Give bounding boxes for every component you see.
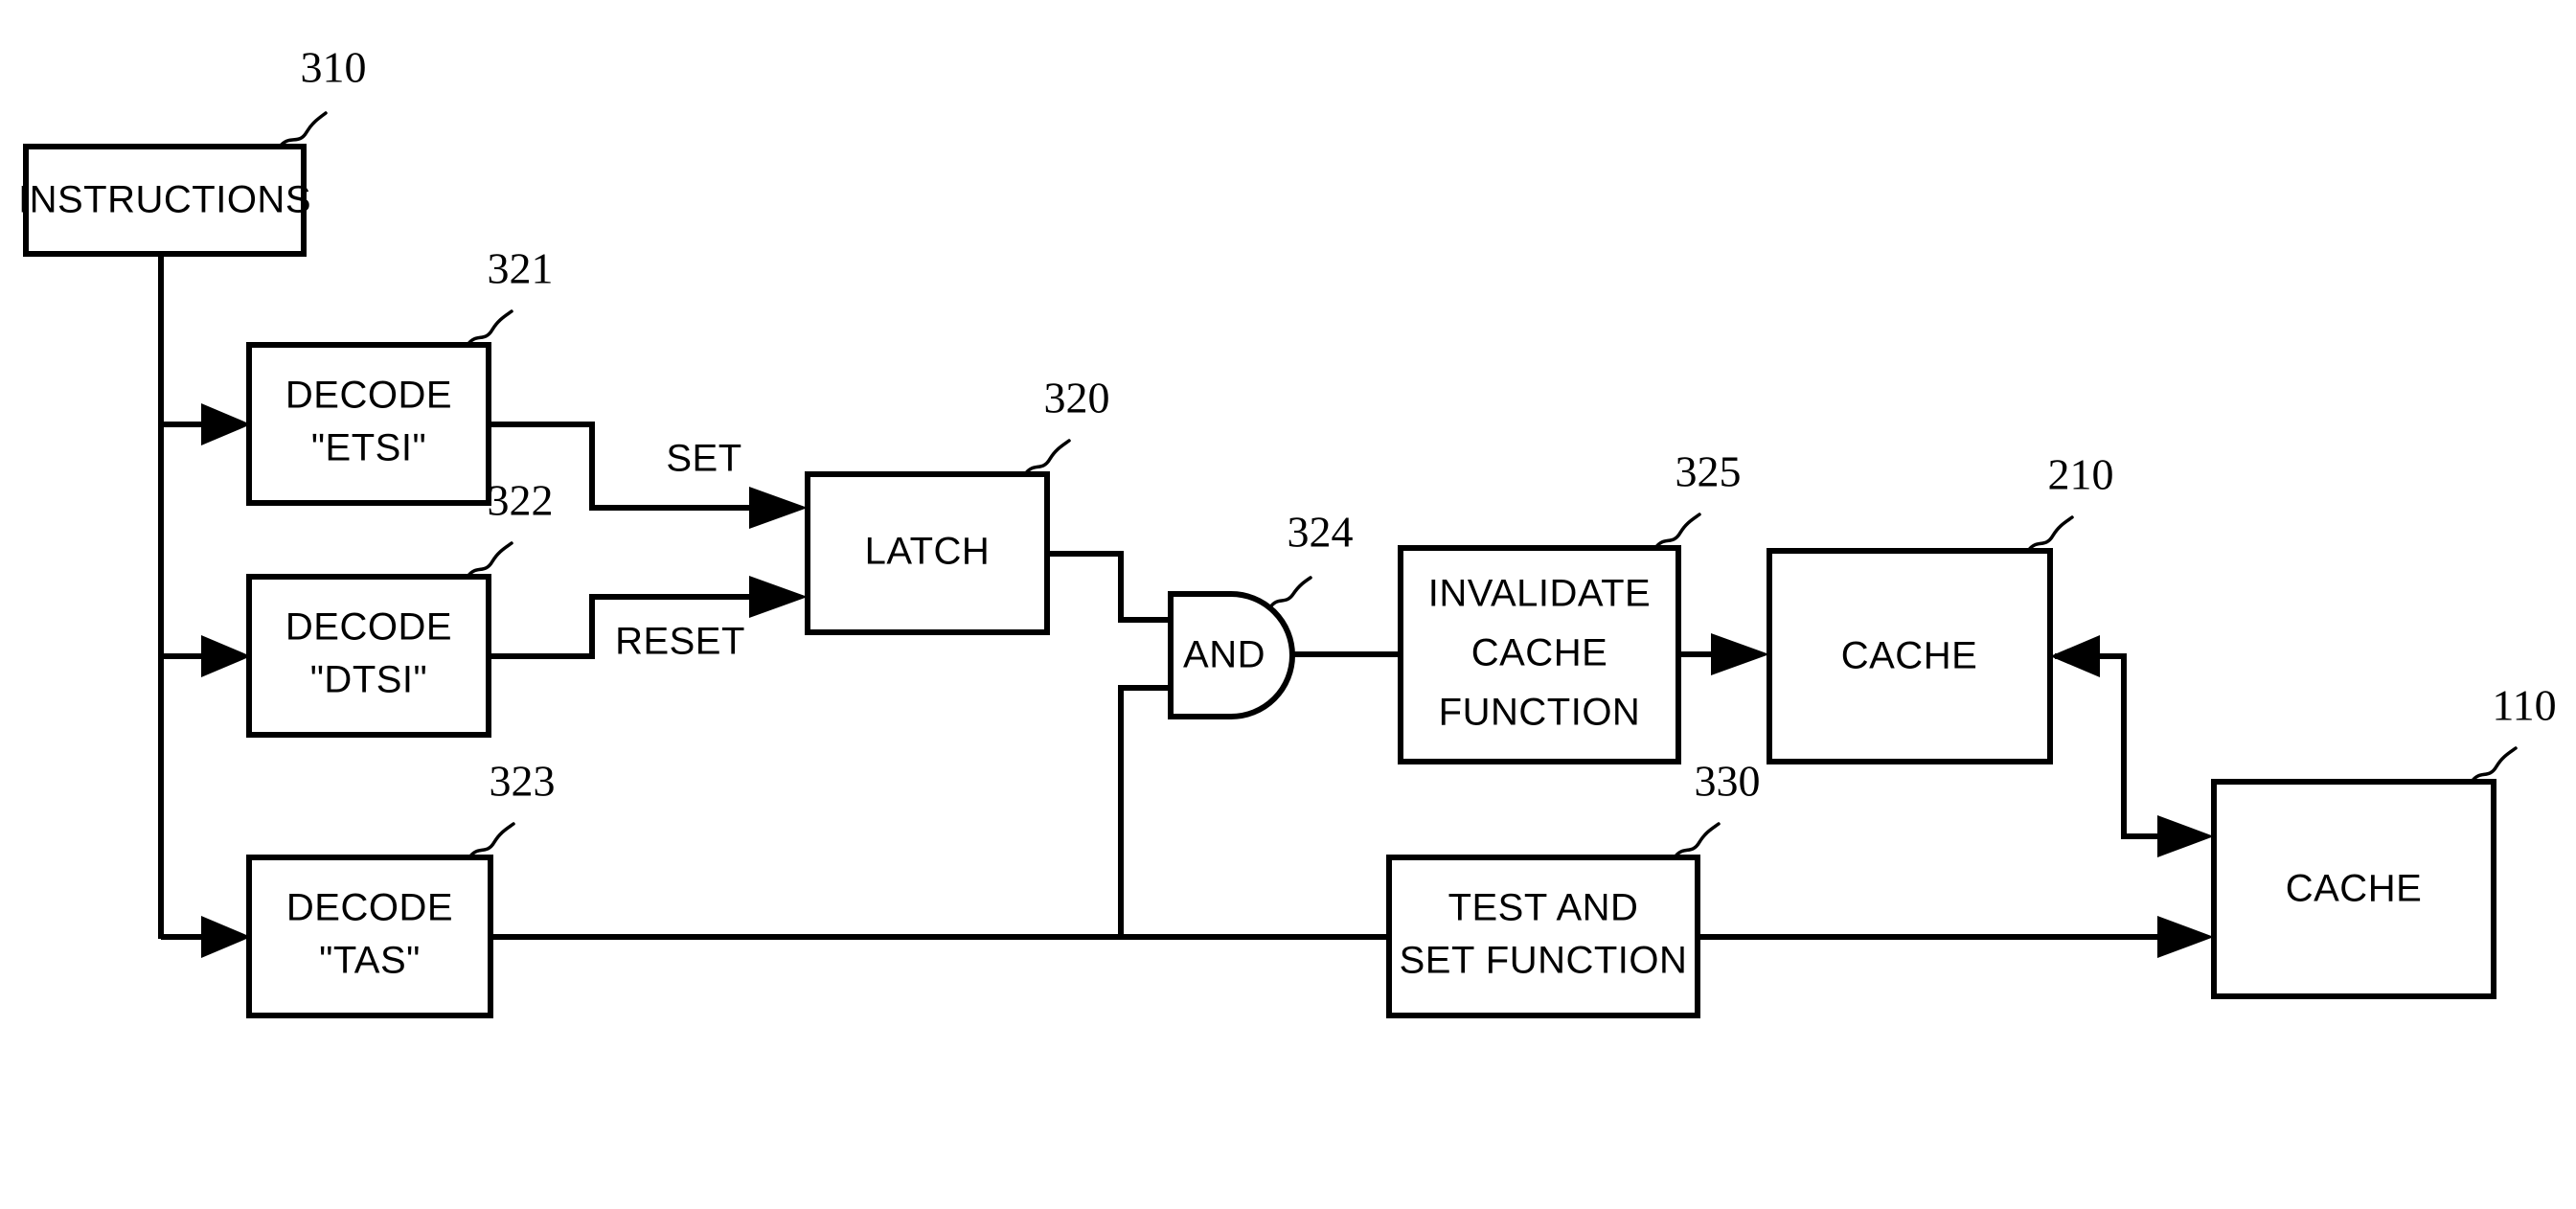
block-diagram: INSTRUCTIONS 310 DECODE "ETSI" 321 DECOD… [18,43,2557,1018]
arrowhead-cache210-side-in [2050,635,2100,677]
leader-320 [1023,439,1071,476]
block-invalidate-cache-function-label-line1: INVALIDATE [1428,573,1651,615]
block-decode-etsi-label-line1: DECODE [285,375,452,417]
block-test-and-set-function-label-line1: TEST AND [1448,887,1639,929]
block-decode-dtsi-label-line1: DECODE [285,606,452,649]
arrowhead-decode-dtsi-in [201,635,251,677]
arrowhead-decode-tas-in [201,916,251,958]
leader-330 [1673,822,1721,859]
block-test-and-set-function-label-line2: SET FUNCTION [1400,940,1688,982]
block-decode-dtsi-label-line2: "DTSI" [310,659,428,701]
arrowhead-cache110-upper-in [2157,815,2214,857]
wire-label-reset: RESET [615,621,745,663]
block-invalidate-cache-function-label-line2: CACHE [1471,632,1608,674]
arrowhead-decode-etsi-in [201,403,251,445]
block-decode-tas[interactable] [246,855,493,1018]
wire-latch-to-and-upper [1047,551,1171,623]
leader-324 [1268,576,1312,609]
refnum-310: 310 [301,43,367,92]
block-latch-label: LATCH [865,531,991,573]
refnum-110: 110 [2492,681,2556,730]
refnum-324: 324 [1288,508,1354,557]
refnum-210: 210 [2048,450,2114,499]
block-decode-dtsi[interactable] [246,574,491,738]
leader-323 [467,822,515,859]
block-decode-etsi[interactable] [246,342,491,506]
leader-321 [466,309,513,347]
block-and-gate-label: AND [1183,634,1265,676]
leader-310 [278,111,328,148]
wire-tas-to-and-lower [1118,685,1171,937]
arrowhead-cache210-in [1711,633,1769,675]
arrowhead-latch-reset-in [749,576,808,618]
arrowhead-latch-set-in [749,487,808,529]
leader-210 [2026,515,2074,553]
block-instructions-label: INSTRUCTIONS [18,179,311,221]
block-decode-tas-label-line1: DECODE [286,887,453,929]
refnum-323: 323 [490,757,556,806]
block-invalidate-cache-function-label-line3: FUNCTION [1439,692,1641,734]
block-test-and-set-function[interactable] [1386,855,1700,1018]
leader-110 [2470,746,2518,784]
refnum-325: 325 [1676,447,1742,496]
refnum-322: 322 [488,476,554,525]
refnum-321: 321 [488,244,554,293]
wire-label-set: SET [666,438,741,480]
arrowhead-cache110-lower-in [2157,916,2214,958]
patent-figure-canvas: INSTRUCTIONS 310 DECODE "ETSI" 321 DECOD… [0,0,2576,1209]
block-decode-tas-label-line2: "TAS" [319,940,421,982]
block-decode-etsi-label-line2: "ETSI" [311,427,426,469]
wire-cache210-cache110-link [2055,653,2200,839]
leader-322 [466,541,513,579]
refnum-330: 330 [1695,757,1761,806]
leader-325 [1653,513,1701,550]
refnum-320: 320 [1044,374,1110,422]
block-cache-210-label: CACHE [1841,635,1978,677]
block-cache-110-label: CACHE [2286,868,2423,910]
